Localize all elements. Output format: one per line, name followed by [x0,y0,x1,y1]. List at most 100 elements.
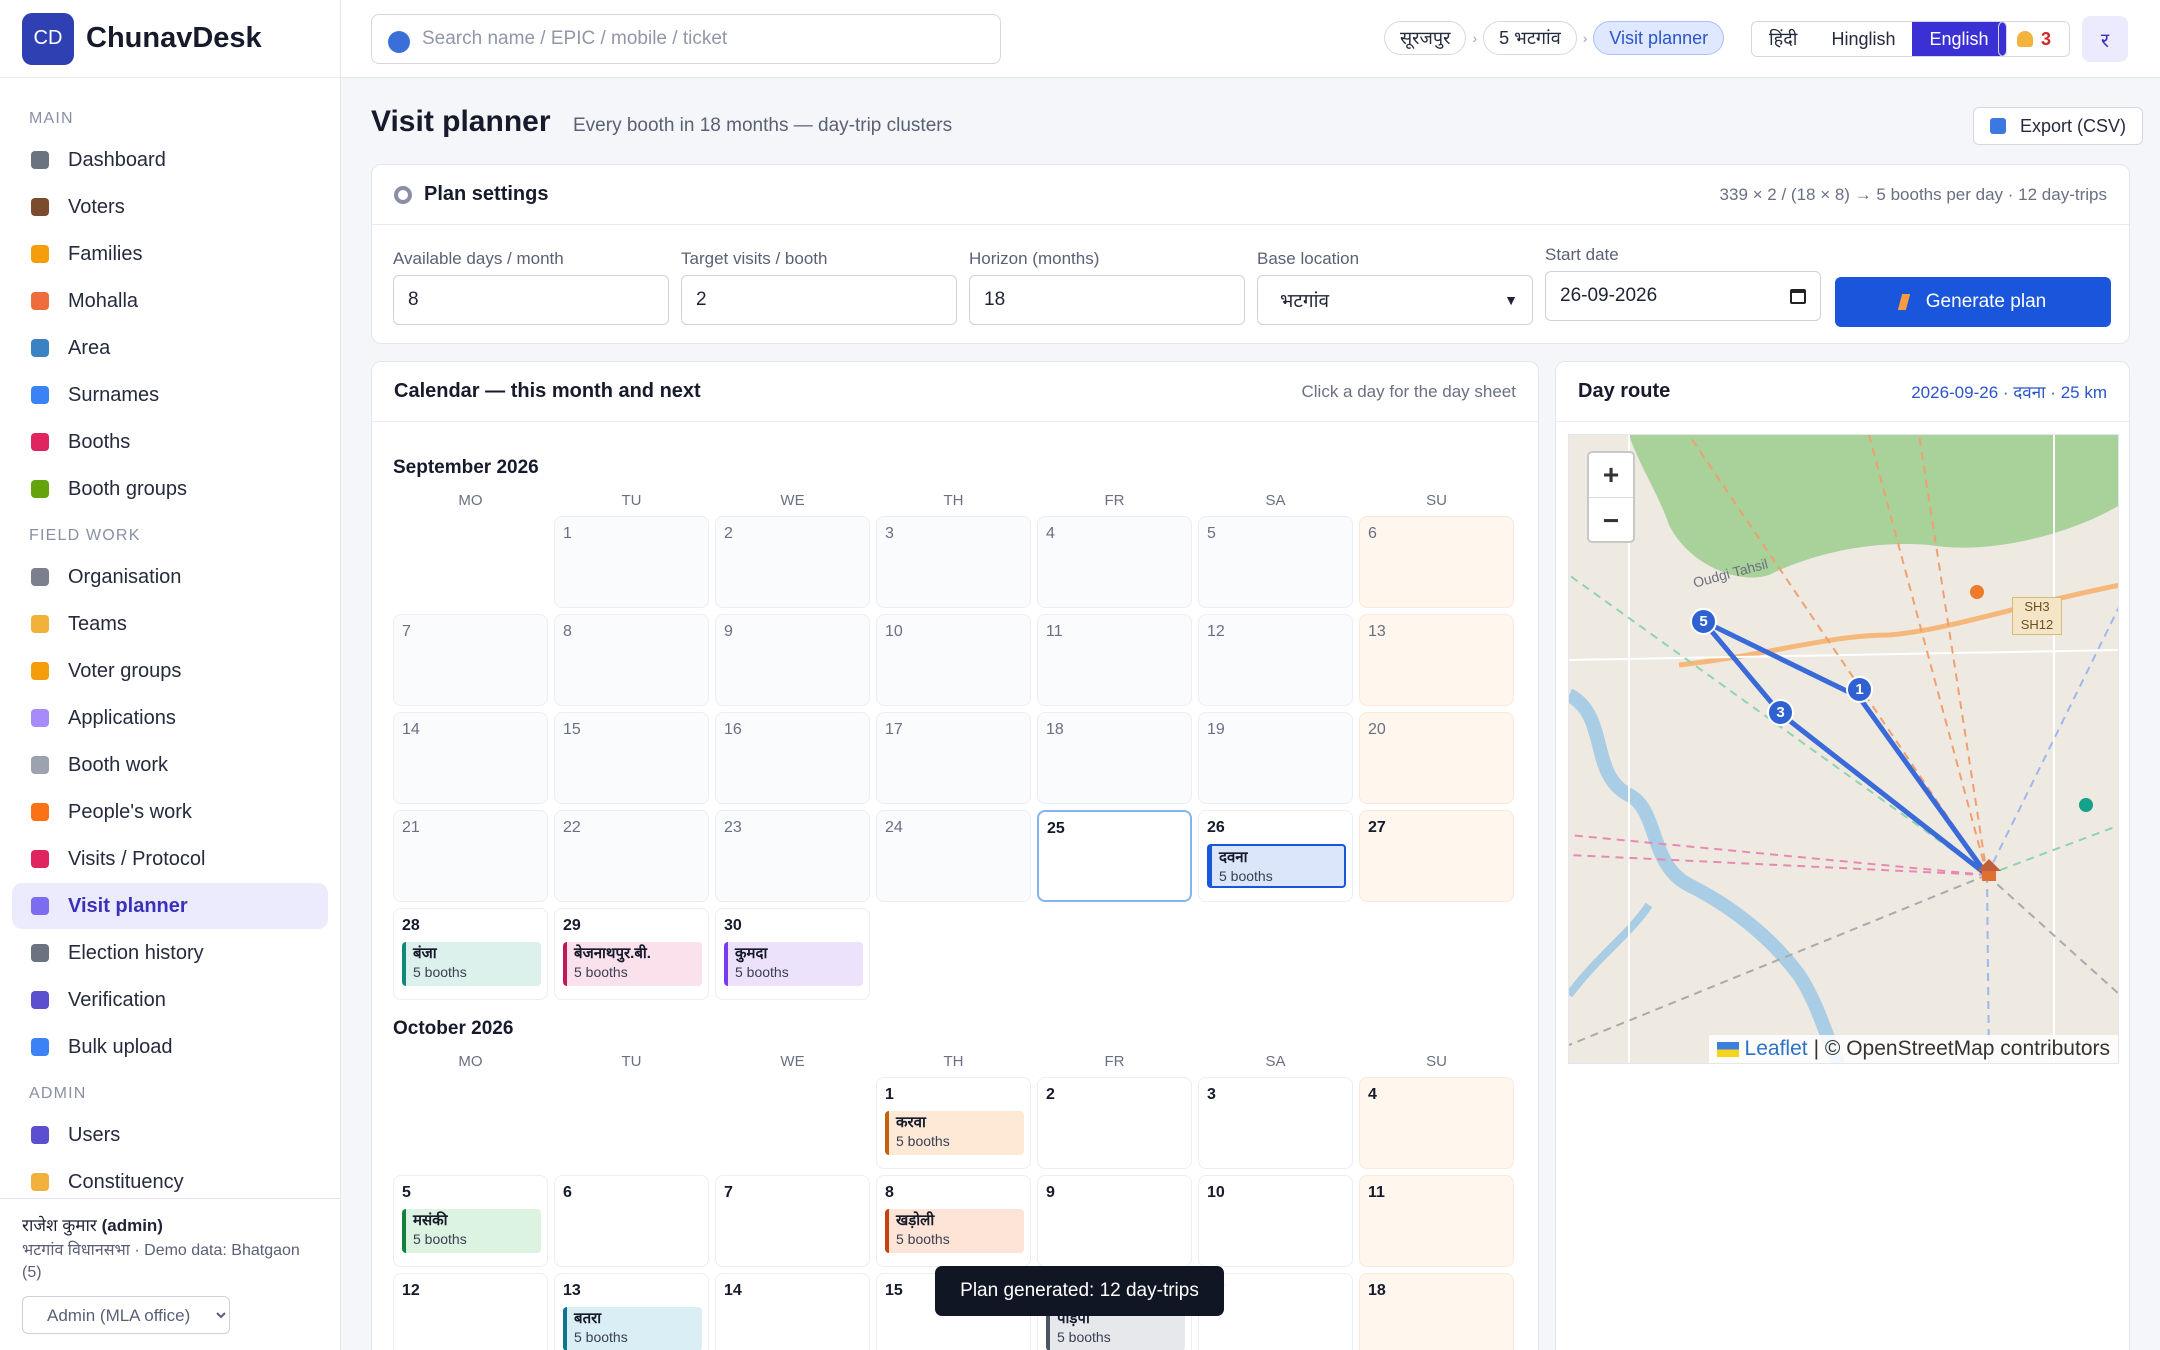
sidebar-item-verification[interactable]: Verification [12,977,328,1023]
calendar-day[interactable]: 6 [554,1175,709,1267]
zoom-in-button[interactable]: + [1589,453,1633,498]
search-input[interactable] [422,28,982,50]
calendar-day[interactable]: 12 [1198,614,1353,706]
calendar-day[interactable]: 1 करवा 5 booths [876,1077,1031,1169]
visits-per-booth-input[interactable]: 2 [681,275,957,325]
calendar-day[interactable]: 8 [554,614,709,706]
sidebar-item-voters[interactable]: Voters [12,184,328,230]
role-select[interactable]: Admin (MLA office) [22,1296,230,1334]
sidebar-item-mohalla[interactable]: Mohalla [12,278,328,324]
avatar[interactable]: र [2082,16,2128,62]
calendar-day[interactable]: 27 [1359,810,1514,902]
route-stop-marker[interactable]: 1 [1846,676,1873,703]
calendar-day[interactable]: 21 [393,810,548,902]
day-trip-badge[interactable]: खड़ोली 5 booths [885,1209,1024,1253]
calendar-day[interactable]: 29 बेजनाथपुर.बी. 5 booths [554,908,709,1000]
day-trip-badge[interactable]: मसंकी 5 booths [402,1209,541,1253]
calendar-day[interactable]: 18 [1037,712,1192,804]
sidebar-item-election-history[interactable]: Election history [12,930,328,976]
map-marker[interactable] [2079,798,2093,812]
leaflet-link[interactable]: Leaflet [1745,1037,1808,1061]
sidebar-item-booth-groups[interactable]: Booth groups [12,466,328,512]
calendar-day[interactable]: 24 [876,810,1031,902]
breadcrumb-constituency[interactable]: 5 भटगांव [1483,21,1577,55]
calendar-icon[interactable] [1790,288,1806,304]
day-trip-badge[interactable]: बतरा 5 booths [563,1307,702,1350]
generate-plan-button[interactable]: Generate plan [1835,277,2111,327]
calendar-day[interactable]: 22 [554,810,709,902]
calendar-day[interactable]: 12 [393,1273,548,1350]
sidebar-item-voter-groups[interactable]: Voter groups [12,648,328,694]
zoom-out-button[interactable]: − [1589,498,1633,543]
sidebar-item-visit-planner[interactable]: Visit planner [12,883,328,929]
calendar-day[interactable]: 28 बंजा 5 booths [393,908,548,1000]
breadcrumb-district[interactable]: सूरजपुर [1384,21,1467,55]
brand[interactable]: CD ChunavDesk [0,0,340,78]
sidebar-item-visits-protocol[interactable]: Visits / Protocol [12,836,328,882]
sidebar-item-dashboard[interactable]: Dashboard [12,137,328,183]
calendar-day[interactable]: 7 [715,1175,870,1267]
calendar-day[interactable]: 6 [1359,516,1514,608]
calendar-day[interactable]: 16 [715,712,870,804]
calendar-day[interactable]: 30 कुमदा 5 booths [715,908,870,1000]
calendar-day[interactable]: 3 [876,516,1031,608]
calendar-day[interactable]: 23 [715,810,870,902]
sidebar-item-constituency[interactable]: Constituency [12,1159,328,1198]
calendar-day[interactable]: 20 [1359,712,1514,804]
language-option-hinglish[interactable]: Hinglish [1814,22,1912,56]
calendar-day[interactable]: 9 [1037,1175,1192,1267]
day-trip-badge[interactable]: करवा 5 booths [885,1111,1024,1155]
sidebar-item-organisation[interactable]: Organisation [12,554,328,600]
sidebar-item-users[interactable]: Users [12,1112,328,1158]
export-csv-button[interactable]: Export (CSV) [1973,107,2144,145]
sidebar-item-people-s-work[interactable]: People's work [12,789,328,835]
breadcrumb-current[interactable]: Visit planner [1593,21,1725,55]
calendar-day[interactable]: 14 [715,1273,870,1350]
calendar-day[interactable]: 7 [393,614,548,706]
calendar-day[interactable]: 3 [1198,1077,1353,1169]
calendar-day[interactable]: 18 [1359,1273,1514,1350]
map-marker[interactable] [1970,585,1984,599]
sidebar-item-surnames[interactable]: Surnames [12,372,328,418]
calendar-day[interactable]: 14 [393,712,548,804]
calendar-day[interactable]: 26 दवना 5 booths [1198,810,1353,902]
calendar-day[interactable]: 15 [554,712,709,804]
calendar-day[interactable]: 5 [1198,516,1353,608]
calendar-day[interactable]: 11 [1359,1175,1514,1267]
start-date-input[interactable]: 26-09-2026 [1545,271,1821,321]
sidebar-item-area[interactable]: Area [12,325,328,371]
search-box[interactable] [371,14,1001,64]
calendar-day[interactable]: 11 [1037,614,1192,706]
route-map[interactable]: Oudgi Tahsil SH3 SH12 5 3 1 + − Leaflet … [1568,434,2119,1064]
calendar-day[interactable]: 10 [876,614,1031,706]
sidebar-item-applications[interactable]: Applications [12,695,328,741]
base-location-select[interactable]: भटगांव ▼ [1257,275,1533,325]
calendar-day[interactable]: 4 [1359,1077,1514,1169]
horizon-input[interactable]: 18 [969,275,1245,325]
day-trip-badge[interactable]: बंजा 5 booths [402,942,541,986]
calendar-day[interactable]: 17 [876,712,1031,804]
language-option-hindi[interactable]: हिंदी [1752,22,1814,56]
sidebar-item-families[interactable]: Families [12,231,328,277]
language-option-english[interactable]: English [1912,22,2006,56]
calendar-day[interactable]: 19 [1198,712,1353,804]
day-trip-badge[interactable]: दवना 5 booths [1207,844,1346,888]
sidebar-item-teams[interactable]: Teams [12,601,328,647]
notifications-button[interactable]: 3 [1998,21,2070,57]
route-stop-marker[interactable]: 3 [1767,699,1794,726]
map-canvas[interactable] [1569,435,2119,1064]
calendar-day[interactable]: 1 [554,516,709,608]
calendar-day[interactable]: 10 [1198,1175,1353,1267]
calendar-day[interactable]: 5 मसंकी 5 booths [393,1175,548,1267]
sidebar-item-booths[interactable]: Booths [12,419,328,465]
calendar-day[interactable]: 9 [715,614,870,706]
calendar-day[interactable]: 8 खड़ोली 5 booths [876,1175,1031,1267]
sidebar-item-booth-work[interactable]: Booth work [12,742,328,788]
day-trip-badge[interactable]: कुमदा 5 booths [724,942,863,986]
calendar-day[interactable]: 13 [1359,614,1514,706]
days-per-month-input[interactable]: 8 [393,275,669,325]
route-stop-marker[interactable]: 5 [1690,608,1717,635]
calendar-day[interactable]: 25 [1037,810,1192,902]
sidebar-item-bulk-upload[interactable]: Bulk upload [12,1024,328,1070]
calendar-day[interactable]: 2 [715,516,870,608]
